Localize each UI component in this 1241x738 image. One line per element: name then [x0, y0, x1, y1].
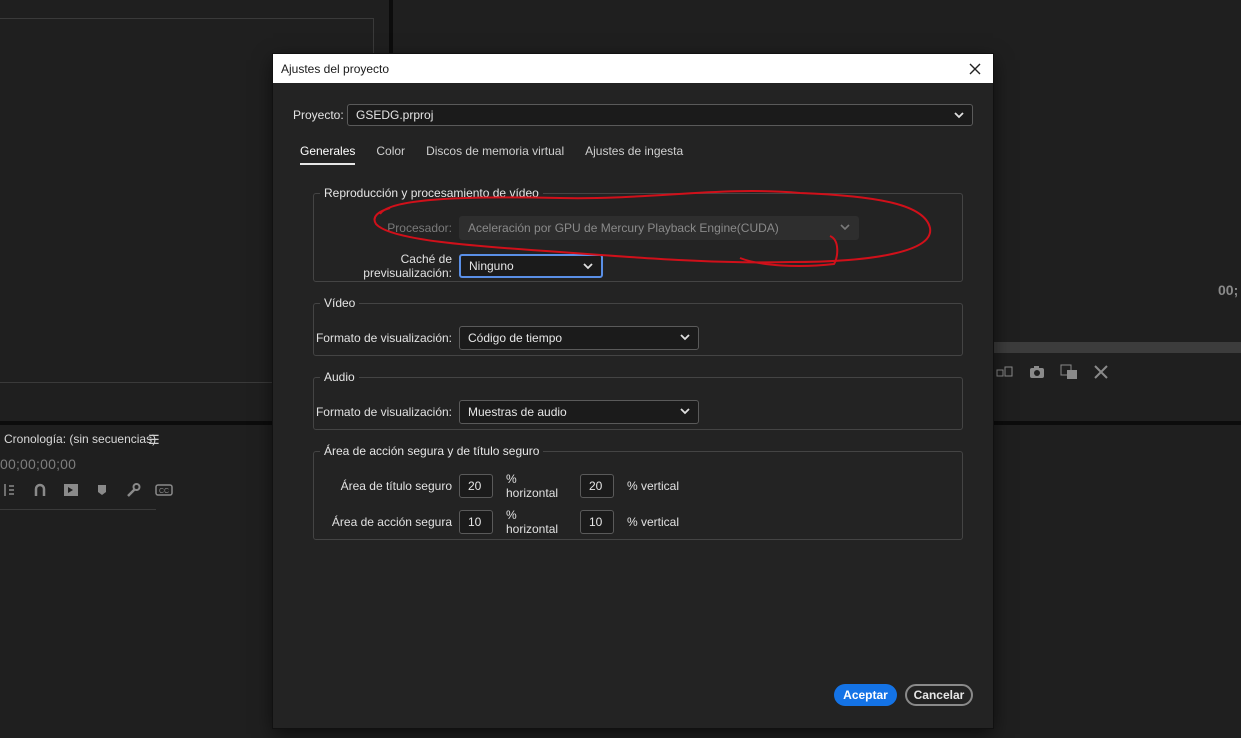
close-icon[interactable] — [965, 59, 985, 79]
settings-tabs: Generales Color Discos de memoria virtua… — [300, 144, 683, 165]
title-safe-vertical-unit: % vertical — [627, 479, 680, 493]
title-safe-row: Área de título seguro 20 % horizontal 20… — [314, 472, 679, 500]
project-select-value: GSEDG.prproj — [356, 108, 434, 122]
audio-format-select[interactable]: Muestras de audio — [459, 400, 699, 424]
timeline-timecode[interactable]: 00;00;00;00 — [0, 456, 76, 472]
project-select[interactable]: GSEDG.prproj — [347, 104, 973, 126]
title-safe-vertical-input[interactable]: 20 — [580, 474, 614, 498]
camera-icon[interactable] — [1028, 364, 1046, 380]
action-safe-horizontal-unit: % horizontal — [506, 508, 559, 536]
dialog-title: Ajustes del proyecto — [281, 61, 390, 76]
video-group: Vídeo Formato de visualización: Código d… — [313, 296, 963, 356]
renderer-label: Procesador: — [387, 221, 452, 235]
video-format-label: Formato de visualización: — [315, 331, 452, 345]
title-safe-label: Área de título seguro — [340, 479, 452, 493]
renderer-select: Aceleración por GPU de Mercury Playback … — [459, 216, 859, 240]
preview-cache-select[interactable]: Ninguno — [459, 254, 603, 278]
project-row: Proyecto: GSEDG.prproj — [293, 104, 973, 126]
marker-icon[interactable] — [93, 482, 111, 498]
program-timecode: 00; — [1218, 282, 1239, 298]
action-safe-horizontal-input[interactable]: 10 — [459, 510, 493, 534]
preview-cache-value: Ninguno — [469, 259, 514, 273]
settings-wrench-icon[interactable] — [1092, 364, 1110, 380]
program-controls — [996, 364, 1110, 380]
captions-icon[interactable]: CC — [155, 482, 173, 498]
video-group-legend: Vídeo — [324, 296, 356, 310]
tab-ingest-settings[interactable]: Ajustes de ingesta — [585, 144, 683, 165]
wrench-icon[interactable] — [124, 482, 142, 498]
audio-group-legend: Audio — [324, 370, 355, 384]
cancel-button[interactable]: Cancelar — [905, 684, 973, 706]
preview-cache-label: Caché de previsualización: — [363, 252, 452, 280]
insert-clip-icon[interactable] — [996, 364, 1014, 380]
linked-selection-icon[interactable] — [62, 482, 80, 498]
timeline-toolbar: CC — [0, 482, 173, 498]
program-scrub-bar[interactable] — [993, 342, 1241, 353]
chevron-down-icon — [582, 260, 594, 275]
video-format-value: Código de tiempo — [468, 331, 563, 345]
audio-format-value: Muestras de audio — [468, 405, 567, 419]
compare-view-icon[interactable] — [1060, 364, 1078, 380]
ok-button[interactable]: Aceptar — [834, 684, 897, 706]
tab-color[interactable]: Color — [376, 144, 405, 165]
chevron-down-icon — [839, 221, 851, 236]
renderer-row: Procesador: Aceleración por GPU de Mercu… — [314, 216, 859, 240]
tab-scratch-disks[interactable]: Discos de memoria virtual — [426, 144, 564, 165]
dialog-titlebar: Ajustes del proyecto — [273, 54, 993, 83]
chevron-down-icon — [953, 109, 965, 124]
preview-cache-row: Caché de previsualización: Ninguno — [314, 252, 603, 280]
snap-magnet-icon[interactable] — [31, 482, 49, 498]
video-format-row: Formato de visualización: Código de tiem… — [314, 326, 699, 350]
ripple-edit-icon[interactable] — [0, 482, 18, 498]
action-safe-vertical-input[interactable]: 10 — [580, 510, 614, 534]
chevron-down-icon — [679, 405, 691, 420]
renderer-select-value: Aceleración por GPU de Mercury Playback … — [468, 221, 779, 235]
audio-format-row: Formato de visualización: Muestras de au… — [314, 400, 699, 424]
panel-menu-icon[interactable]: ☰ — [148, 432, 160, 448]
chevron-down-icon — [679, 331, 691, 346]
project-label: Proyecto: — [293, 108, 344, 122]
tab-general[interactable]: Generales — [300, 144, 356, 165]
playback-group-legend: Reproducción y procesamiento de vídeo — [324, 186, 539, 200]
audio-format-label: Formato de visualización: — [315, 405, 452, 419]
safe-margins-legend: Área de acción segura y de título seguro — [324, 444, 540, 458]
timeline-title: Cronología: (sin secuencias) — [4, 432, 157, 446]
title-safe-horizontal-unit: % horizontal — [506, 472, 559, 500]
title-safe-horizontal-input[interactable]: 20 — [459, 474, 493, 498]
timeline-separator — [0, 509, 156, 510]
audio-group: Audio Formato de visualización: Muestras… — [313, 370, 963, 430]
safe-margins-group: Área de acción segura y de título seguro… — [313, 444, 963, 540]
action-safe-row: Área de acción segura 10 % horizontal 10… — [314, 508, 679, 536]
svg-text:CC: CC — [159, 488, 169, 495]
project-settings-dialog: Ajustes del proyecto Proyecto: GSEDG.prp… — [273, 54, 993, 728]
video-format-select[interactable]: Código de tiempo — [459, 326, 699, 350]
playback-group: Reproducción y procesamiento de vídeo Pr… — [313, 186, 963, 282]
action-safe-label: Área de acción segura — [331, 515, 452, 529]
action-safe-vertical-unit: % vertical — [627, 515, 680, 529]
